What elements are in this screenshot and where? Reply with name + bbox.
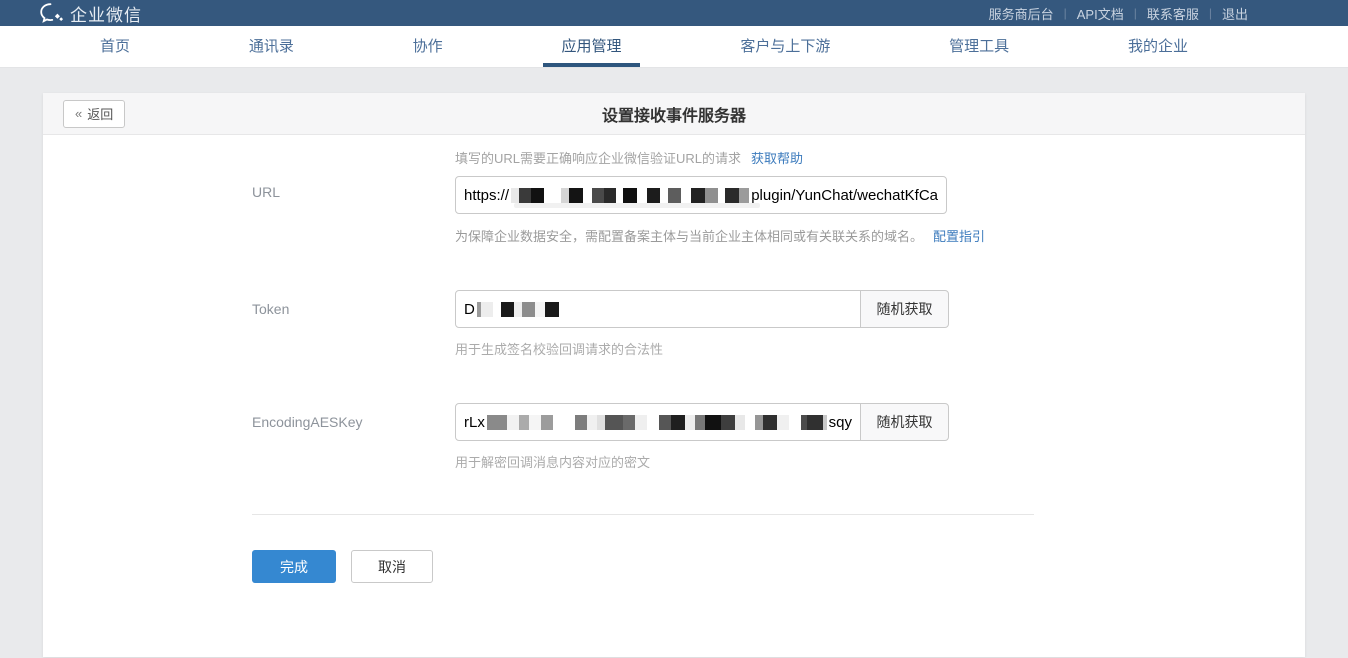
url-security-note: 为保障企业数据安全，需配置备案主体与当前企业主体相同或有关联关系的域名。配置指引: [455, 226, 985, 245]
topbar-link-logout[interactable]: 退出: [1222, 4, 1248, 23]
topbar-links: 服务商后台 | API文档 | 联系客服 | 退出: [989, 4, 1248, 23]
aeskey-field-column: rLx sqy 随机获取 用于解密回调消息内容对应的密文: [455, 403, 949, 471]
url-value-suffix: plugin/YunChat/wechatKfCa: [751, 187, 938, 204]
aeskey-row: EncodingAESKey rLx sqy 随机获取 用于解密回调消息内容对应的…: [252, 403, 1305, 471]
token-row: Token D 随机获取 用于生成签名校验回调请求的合法性: [252, 290, 1305, 358]
url-row: URL 填写的URL需要正确响应企业微信验证URL的请求获取帮助 https:/…: [252, 151, 1305, 245]
separator: |: [1209, 6, 1212, 20]
aeskey-input[interactable]: rLx sqy: [455, 403, 861, 441]
aeskey-random-generate-button[interactable]: 随机获取: [860, 403, 949, 441]
form-divider: [252, 514, 1034, 515]
get-help-link[interactable]: 获取帮助: [751, 151, 803, 166]
nav-tab-customers-upstream[interactable]: 客户与上下游: [740, 26, 830, 67]
back-button[interactable]: « 返回: [63, 100, 125, 128]
logo-text: 企业微信: [70, 1, 142, 26]
aeskey-hint: 用于解密回调消息内容对应的密文: [455, 452, 949, 471]
url-field-column: 填写的URL需要正确响应企业微信验证URL的请求获取帮助 https:// plu…: [455, 151, 985, 245]
topbar: 企业微信 服务商后台 | API文档 | 联系客服 | 退出: [0, 0, 1348, 26]
page-title: 设置接收事件服务器: [43, 102, 1305, 126]
config-guide-link[interactable]: 配置指引: [933, 229, 985, 244]
separator: |: [1064, 6, 1067, 20]
token-hint: 用于生成签名校验回调请求的合法性: [455, 339, 949, 358]
url-redacted-value: [511, 188, 749, 203]
url-value-prefix: https://: [464, 187, 509, 204]
nav-tab-app-management[interactable]: 应用管理: [561, 26, 621, 67]
token-input-group: D 随机获取: [455, 290, 949, 328]
aeskey-label: EncodingAESKey: [252, 403, 455, 471]
submit-button[interactable]: 完成: [252, 550, 336, 583]
topbar-link-provider-console[interactable]: 服务商后台: [989, 4, 1054, 23]
url-hint: 填写的URL需要正确响应企业微信验证URL的请求获取帮助: [455, 151, 985, 167]
form-actions: 完成 取消: [252, 550, 1305, 583]
brand[interactable]: 企业微信: [40, 1, 142, 26]
aeskey-input-group: rLx sqy 随机获取: [455, 403, 949, 441]
token-field-column: D 随机获取 用于生成签名校验回调请求的合法性: [455, 290, 949, 358]
aeskey-value-prefix: rLx: [464, 414, 485, 431]
settings-card: « 返回 设置接收事件服务器 URL 填写的URL需要正确响应企业微信验证URL…: [43, 93, 1305, 657]
card-header: « 返回 设置接收事件服务器: [43, 93, 1305, 135]
nav-tab-collaboration[interactable]: 协作: [413, 26, 443, 67]
aeskey-value-suffix: sqy: [829, 414, 852, 431]
topbar-link-api-docs[interactable]: API文档: [1077, 4, 1124, 23]
nav-tab-contacts[interactable]: 通讯录: [249, 26, 294, 67]
token-label: Token: [252, 290, 455, 358]
url-redacted-underbar: [514, 203, 760, 208]
token-redacted-value: [477, 302, 569, 317]
topbar-link-contact-support[interactable]: 联系客服: [1147, 4, 1199, 23]
token-value-prefix: D: [464, 301, 475, 318]
url-input[interactable]: https:// plugin/YunChat/wechatKfCa: [455, 176, 947, 214]
server-settings-form: URL 填写的URL需要正确响应企业微信验证URL的请求获取帮助 https:/…: [43, 135, 1305, 583]
nav-tab-home[interactable]: 首页: [100, 26, 130, 67]
aeskey-redacted-value: [487, 415, 827, 430]
token-input[interactable]: D: [455, 290, 861, 328]
back-chevron-icon: «: [75, 106, 82, 121]
cancel-button[interactable]: 取消: [351, 550, 433, 583]
wework-logo-icon: [40, 3, 64, 24]
back-button-label: 返回: [87, 104, 113, 123]
url-label: URL: [252, 151, 455, 245]
token-random-generate-button[interactable]: 随机获取: [860, 290, 949, 328]
nav-tab-management-tools[interactable]: 管理工具: [949, 26, 1009, 67]
nav-tab-my-company[interactable]: 我的企业: [1128, 26, 1188, 67]
main-nav: 首页 通讯录 协作 应用管理 客户与上下游 管理工具 我的企业: [0, 26, 1348, 68]
separator: |: [1134, 6, 1137, 20]
